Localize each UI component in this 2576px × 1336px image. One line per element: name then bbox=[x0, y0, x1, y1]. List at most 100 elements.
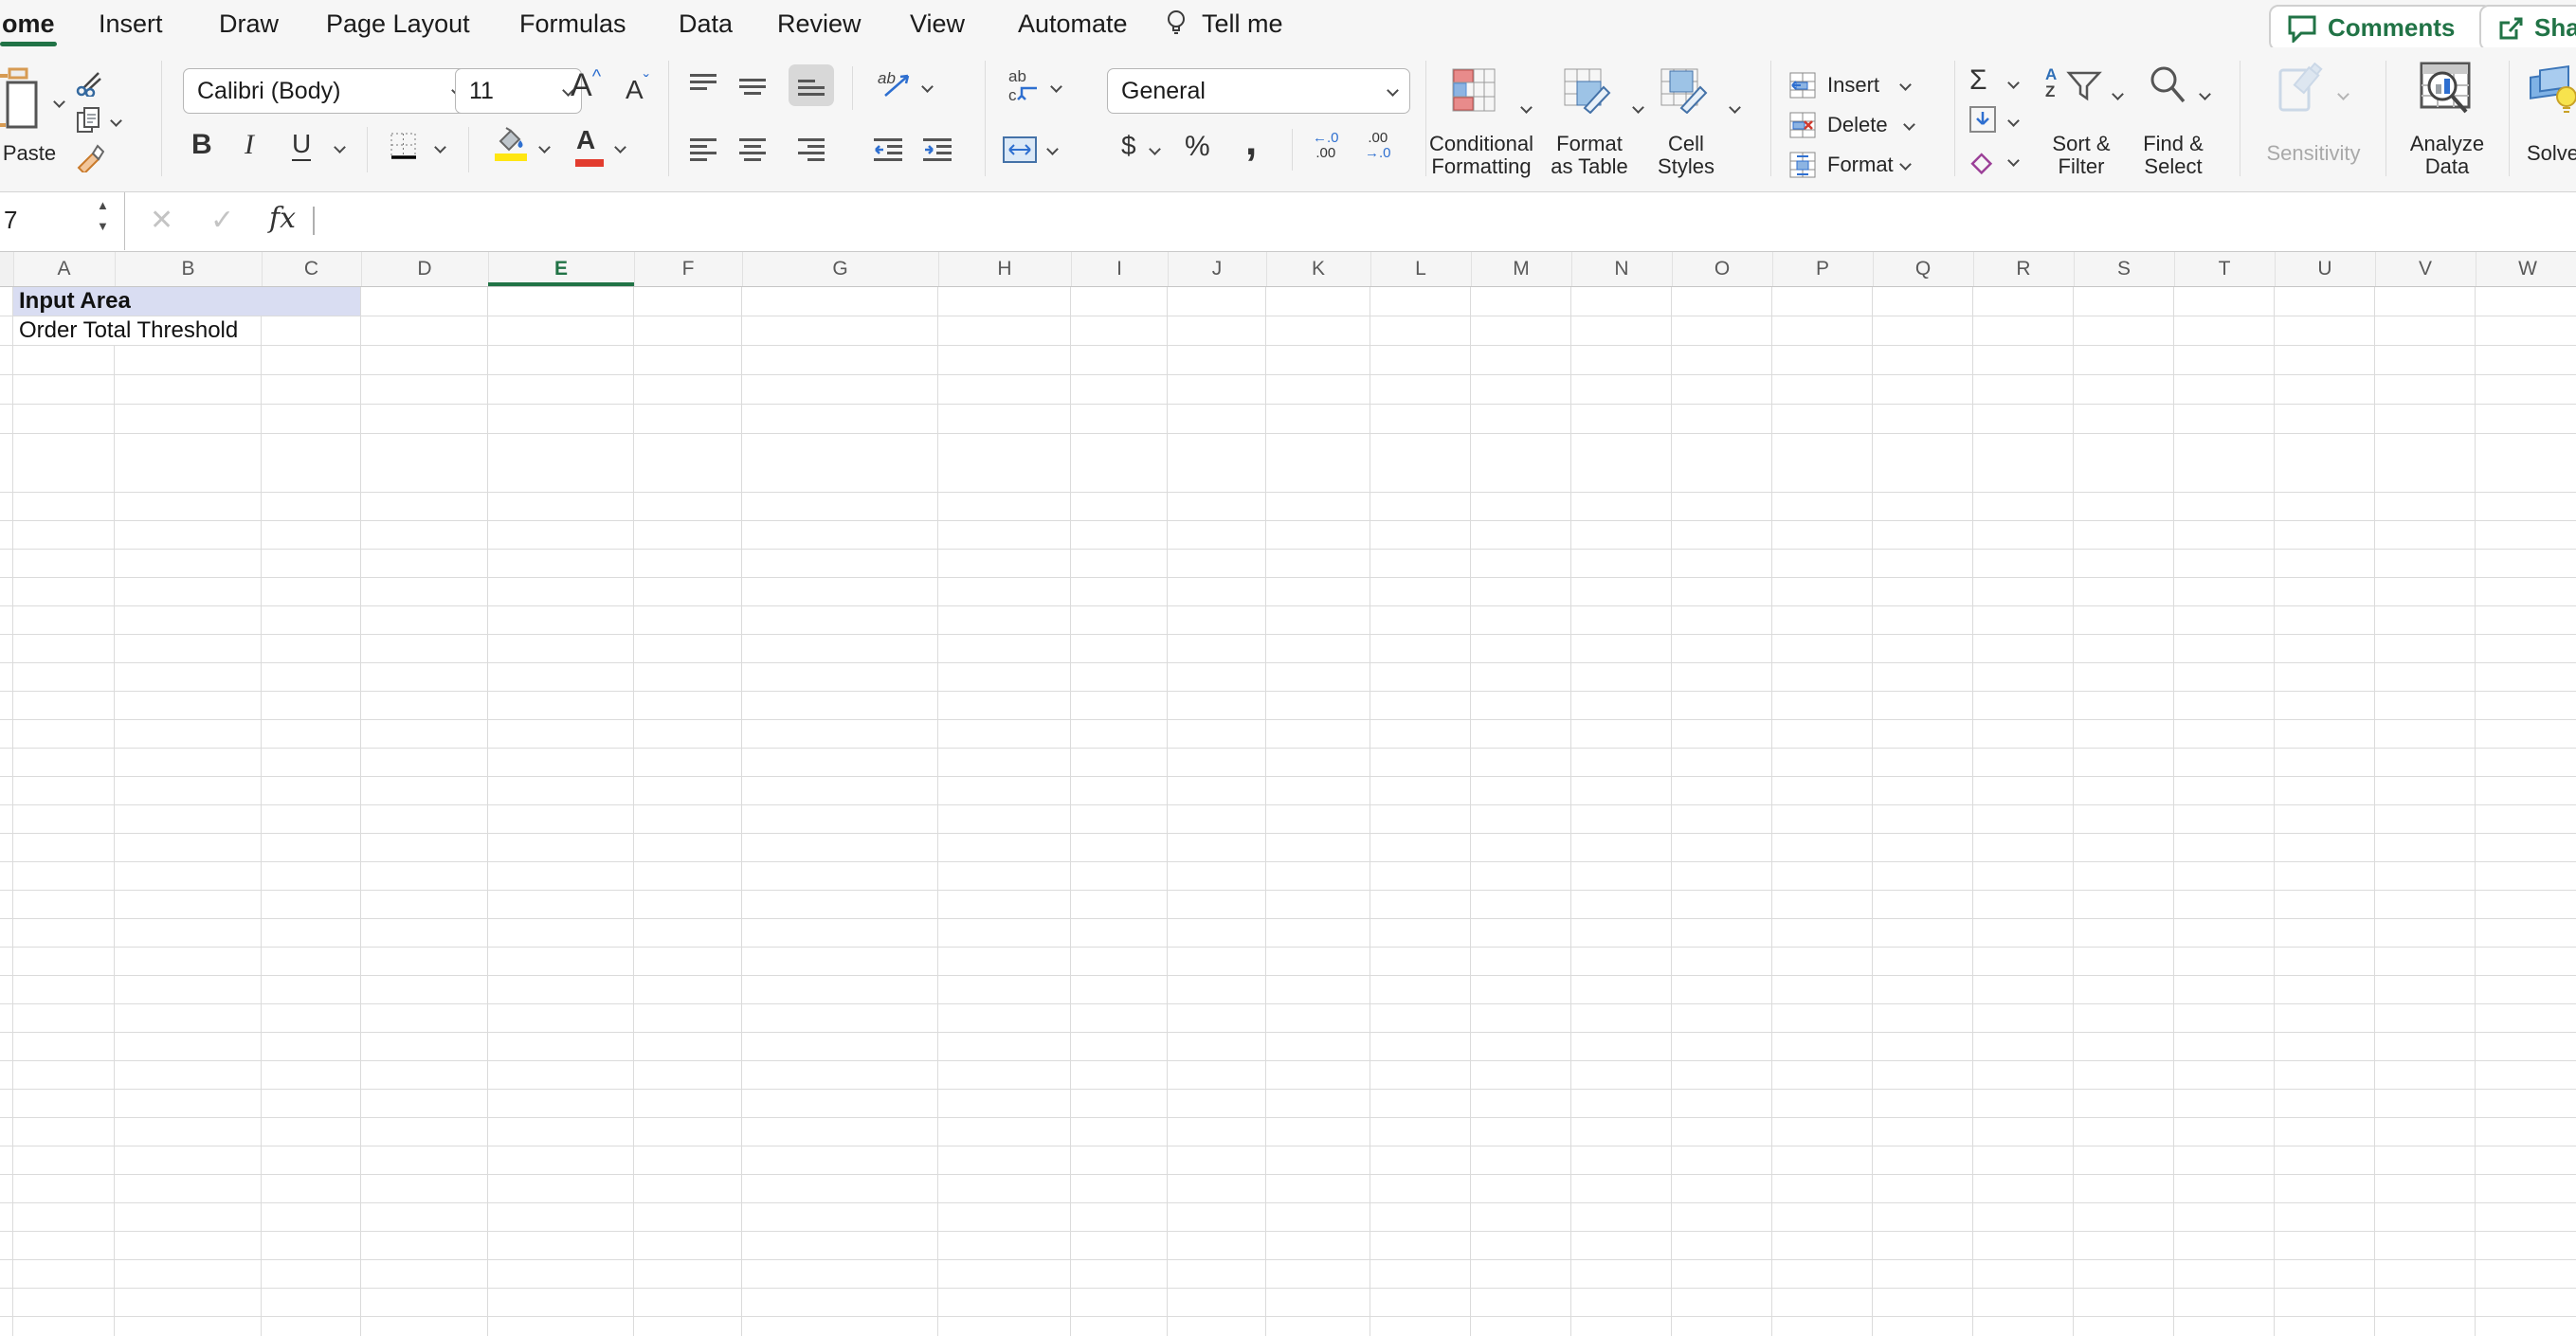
cell-styles-chevron[interactable] bbox=[1729, 102, 1740, 114]
cell[interactable] bbox=[361, 316, 488, 346]
cell[interactable] bbox=[634, 346, 742, 375]
cell[interactable] bbox=[2375, 1232, 2476, 1260]
cell[interactable] bbox=[938, 493, 1071, 521]
cell[interactable] bbox=[2174, 805, 2275, 834]
cell[interactable] bbox=[938, 1317, 1071, 1336]
cell[interactable] bbox=[13, 1232, 115, 1260]
cell[interactable] bbox=[2275, 891, 2375, 919]
align-center-button[interactable] bbox=[739, 138, 766, 166]
cell[interactable] bbox=[1071, 346, 1168, 375]
cell[interactable] bbox=[2174, 834, 2275, 862]
cell[interactable] bbox=[1873, 891, 1973, 919]
cell[interactable] bbox=[742, 805, 938, 834]
cell[interactable] bbox=[1873, 1061, 1973, 1090]
cell[interactable] bbox=[0, 405, 13, 434]
cell[interactable] bbox=[115, 976, 262, 1004]
cell[interactable] bbox=[1168, 578, 1266, 606]
copy-button[interactable] bbox=[76, 106, 102, 139]
cell[interactable] bbox=[1571, 948, 1672, 976]
cell[interactable] bbox=[1672, 976, 1772, 1004]
orientation-chevron[interactable] bbox=[921, 81, 933, 93]
cell[interactable] bbox=[361, 1289, 488, 1317]
cell[interactable] bbox=[2375, 316, 2476, 346]
cell[interactable] bbox=[634, 834, 742, 862]
cell[interactable] bbox=[1873, 1004, 1973, 1033]
cell[interactable] bbox=[1873, 578, 1973, 606]
cell[interactable] bbox=[634, 919, 742, 948]
cell[interactable] bbox=[1672, 1004, 1772, 1033]
cell[interactable] bbox=[1471, 834, 1571, 862]
menu-tab-review[interactable]: Review bbox=[777, 9, 862, 39]
cell[interactable] bbox=[2476, 287, 2576, 316]
cell[interactable] bbox=[2476, 1146, 2576, 1175]
cell[interactable] bbox=[2375, 1090, 2476, 1118]
cell[interactable] bbox=[1571, 862, 1672, 891]
autosum-chevron[interactable] bbox=[2007, 78, 2019, 89]
cell[interactable] bbox=[0, 948, 13, 976]
cell[interactable] bbox=[115, 493, 262, 521]
cell[interactable] bbox=[2275, 663, 2375, 692]
cell[interactable] bbox=[1071, 749, 1168, 777]
cell[interactable] bbox=[13, 976, 115, 1004]
cell[interactable] bbox=[2074, 1033, 2174, 1061]
cell[interactable] bbox=[2275, 976, 2375, 1004]
name-box[interactable]: 7 ▲ ▼ bbox=[0, 192, 125, 250]
cell[interactable] bbox=[1071, 434, 1168, 493]
cell[interactable] bbox=[1571, 1061, 1672, 1090]
cell[interactable] bbox=[115, 1146, 262, 1175]
cell[interactable] bbox=[1370, 777, 1471, 805]
cell[interactable] bbox=[1370, 834, 1471, 862]
cell[interactable] bbox=[1471, 976, 1571, 1004]
cell[interactable] bbox=[1370, 1118, 1471, 1146]
cell[interactable] bbox=[2074, 635, 2174, 663]
cell[interactable] bbox=[742, 777, 938, 805]
cell[interactable] bbox=[1873, 749, 1973, 777]
insert-chevron[interactable] bbox=[1899, 80, 1911, 91]
cell[interactable] bbox=[361, 1203, 488, 1232]
cell[interactable] bbox=[361, 1090, 488, 1118]
column-header-L[interactable]: L bbox=[1370, 252, 1472, 286]
cell[interactable] bbox=[2275, 1004, 2375, 1033]
cell[interactable] bbox=[1672, 346, 1772, 375]
cell[interactable] bbox=[2174, 1004, 2275, 1033]
orientation-button[interactable]: ab bbox=[878, 68, 914, 103]
cell[interactable] bbox=[13, 1175, 115, 1203]
cell[interactable] bbox=[1471, 1004, 1571, 1033]
cell[interactable] bbox=[1973, 862, 2074, 891]
cell[interactable] bbox=[0, 1260, 13, 1289]
cell[interactable] bbox=[2174, 692, 2275, 720]
cell[interactable] bbox=[1266, 749, 1370, 777]
cell[interactable] bbox=[1168, 1203, 1266, 1232]
cell[interactable] bbox=[1266, 493, 1370, 521]
cell[interactable] bbox=[2375, 663, 2476, 692]
cell[interactable] bbox=[1266, 550, 1370, 578]
cell[interactable] bbox=[1071, 550, 1168, 578]
cell[interactable] bbox=[1873, 1090, 1973, 1118]
cell[interactable] bbox=[0, 316, 13, 346]
cell[interactable] bbox=[1571, 550, 1672, 578]
cell[interactable] bbox=[1973, 606, 2074, 635]
cell[interactable] bbox=[742, 1033, 938, 1061]
cell[interactable] bbox=[742, 1090, 938, 1118]
paste-dropdown-chevron[interactable] bbox=[53, 97, 64, 108]
cell[interactable] bbox=[1071, 1146, 1168, 1175]
cell[interactable] bbox=[361, 521, 488, 550]
cell[interactable] bbox=[1672, 720, 1772, 749]
cell[interactable] bbox=[13, 1146, 115, 1175]
cell[interactable] bbox=[1471, 1146, 1571, 1175]
cell[interactable] bbox=[742, 434, 938, 493]
cell[interactable] bbox=[1168, 1175, 1266, 1203]
cell[interactable] bbox=[2375, 692, 2476, 720]
cell[interactable] bbox=[1672, 316, 1772, 346]
cell[interactable] bbox=[13, 375, 115, 405]
cell[interactable] bbox=[361, 287, 488, 316]
cell[interactable] bbox=[262, 635, 361, 663]
cell[interactable] bbox=[115, 346, 262, 375]
cell[interactable] bbox=[115, 521, 262, 550]
cell[interactable] bbox=[1168, 1090, 1266, 1118]
decrease-font-size-button[interactable]: Aˇ bbox=[626, 72, 649, 105]
cell[interactable] bbox=[115, 578, 262, 606]
decrease-indent-button[interactable] bbox=[874, 138, 904, 166]
cell[interactable] bbox=[1168, 834, 1266, 862]
menu-tab-page-layout[interactable]: Page Layout bbox=[326, 9, 470, 39]
